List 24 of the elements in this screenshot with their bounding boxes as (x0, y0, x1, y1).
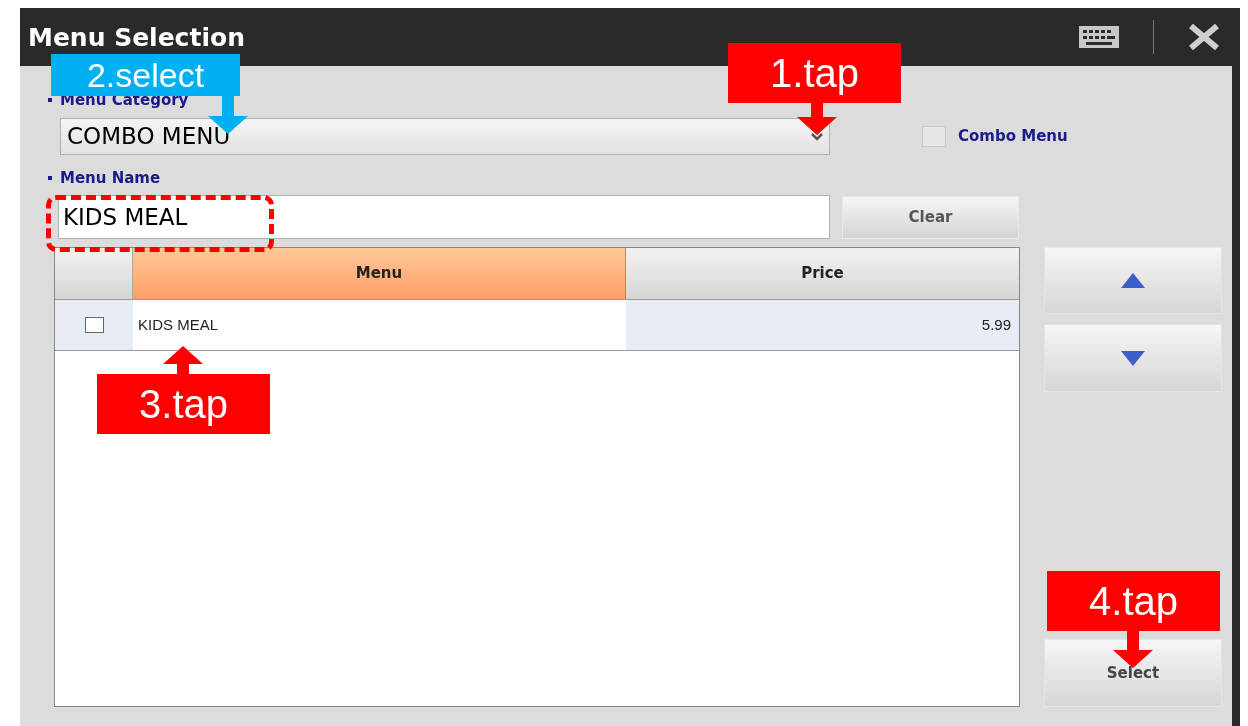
column-header[interactable]: Menu (133, 248, 626, 299)
category-dropdown[interactable]: COMBO MENU (60, 118, 830, 155)
arrow-up-icon (163, 346, 203, 374)
arrow-down-icon (1113, 631, 1153, 668)
step-callout: 4.tap (1047, 571, 1220, 631)
arrow-down-icon (797, 103, 837, 135)
close-icon[interactable] (1188, 24, 1220, 50)
window-title: Menu Selection (28, 24, 245, 50)
step-callout: 3.tap (97, 374, 270, 434)
keyboard-icon[interactable] (1079, 26, 1119, 48)
clear-button[interactable]: Clear (842, 195, 1019, 239)
checkbox[interactable] (84, 317, 104, 333)
field-label: Menu Name (60, 170, 161, 186)
checkbox-label: Combo Menu (958, 126, 1068, 148)
chevron-down-icon (811, 132, 823, 141)
step-callout: 1.tap (728, 43, 901, 103)
step-callout: 2.select (51, 54, 240, 96)
checkbox[interactable] (922, 126, 946, 147)
table-cell[interactable]: 5.99 (626, 300, 1019, 350)
triangle-up-icon (1121, 273, 1145, 288)
column-header[interactable]: Price (626, 248, 1019, 299)
triangle-down-icon (1121, 350, 1145, 366)
select-button[interactable]: Select (1044, 639, 1222, 707)
menu-name-field[interactable]: KIDS MEAL (58, 195, 830, 239)
